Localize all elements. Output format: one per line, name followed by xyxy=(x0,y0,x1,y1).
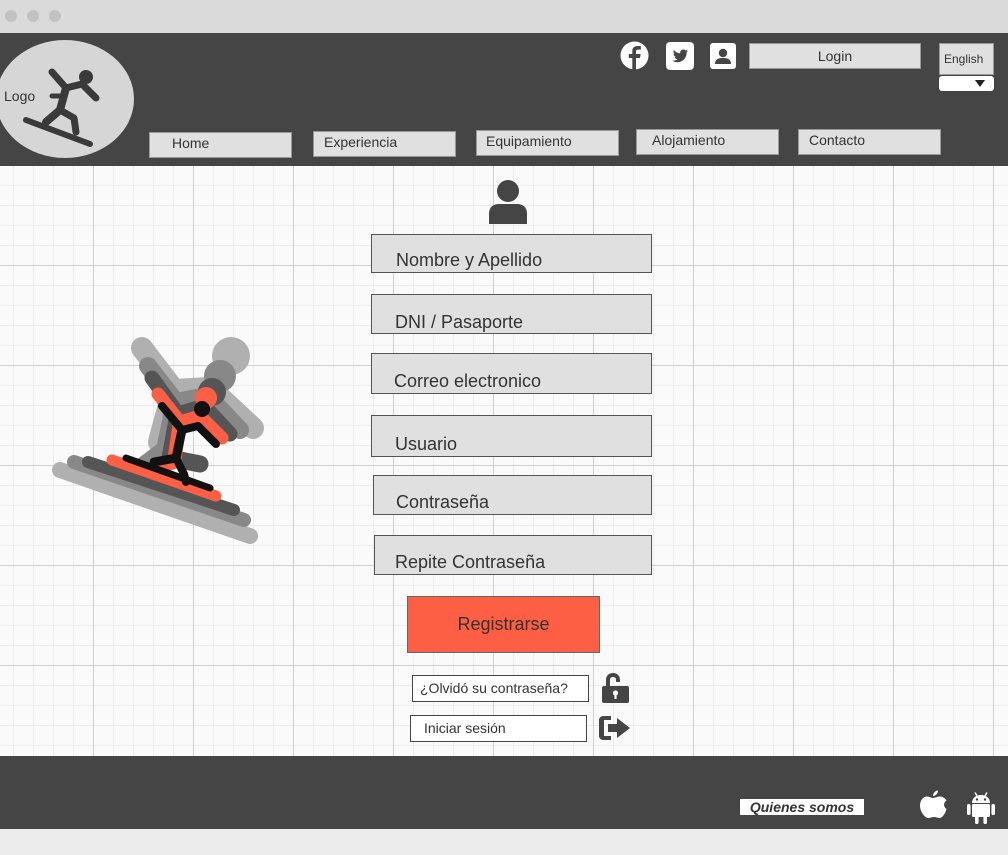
username-field[interactable] xyxy=(371,415,652,457)
unlock-icon[interactable] xyxy=(602,673,629,703)
nav-experiencia[interactable]: Experiencia xyxy=(313,131,456,157)
window-maximize-dot[interactable] xyxy=(49,10,61,22)
window-minimize-dot[interactable] xyxy=(27,10,39,22)
android-icon[interactable] xyxy=(966,792,996,824)
facebook-icon[interactable] xyxy=(620,41,649,70)
window-close-dot[interactable] xyxy=(5,10,17,22)
language-label: English xyxy=(939,43,994,75)
username-input[interactable] xyxy=(372,416,651,456)
password-field[interactable] xyxy=(373,475,652,515)
sign-in-link[interactable]: Iniciar sesión xyxy=(410,715,587,742)
language-select[interactable] xyxy=(939,76,994,91)
full-name-field[interactable] xyxy=(371,234,652,273)
email-field[interactable] xyxy=(371,353,652,394)
snowboarder-logo-icon xyxy=(23,68,100,147)
logo-text: Logo xyxy=(4,88,36,104)
repeat-password-field[interactable] xyxy=(374,535,652,575)
about-us-link[interactable]: Quienes somos xyxy=(740,799,864,815)
nav-contacto[interactable]: Contacto xyxy=(798,129,941,155)
email-input[interactable] xyxy=(372,354,651,393)
login-button[interactable]: Login xyxy=(749,43,921,69)
forgot-password-link[interactable]: ¿Olvidó su contraseña? xyxy=(412,675,589,702)
register-button[interactable]: Registrarse xyxy=(407,596,600,653)
chevron-down-icon[interactable] xyxy=(975,80,985,87)
contact-card-icon[interactable] xyxy=(710,43,736,69)
window-titlebar xyxy=(0,0,1008,33)
nav-alojamiento[interactable]: Alojamiento xyxy=(636,129,779,155)
nav-home[interactable]: Home xyxy=(149,132,292,158)
apple-icon[interactable] xyxy=(918,790,948,824)
window-bottom-bar xyxy=(0,829,1008,855)
site-footer xyxy=(0,756,1008,829)
sign-in-arrow-icon[interactable] xyxy=(599,714,631,742)
snowboarder-illustration-icon xyxy=(52,337,264,544)
user-icon xyxy=(489,180,527,224)
dni-passport-input[interactable] xyxy=(372,295,651,333)
twitter-icon[interactable] xyxy=(666,42,694,70)
repeat-password-input[interactable] xyxy=(375,536,651,574)
dni-passport-field[interactable] xyxy=(371,294,652,334)
full-name-input[interactable] xyxy=(372,235,651,272)
nav-equipamiento[interactable]: Equipamiento xyxy=(476,130,619,156)
password-input[interactable] xyxy=(374,476,651,514)
